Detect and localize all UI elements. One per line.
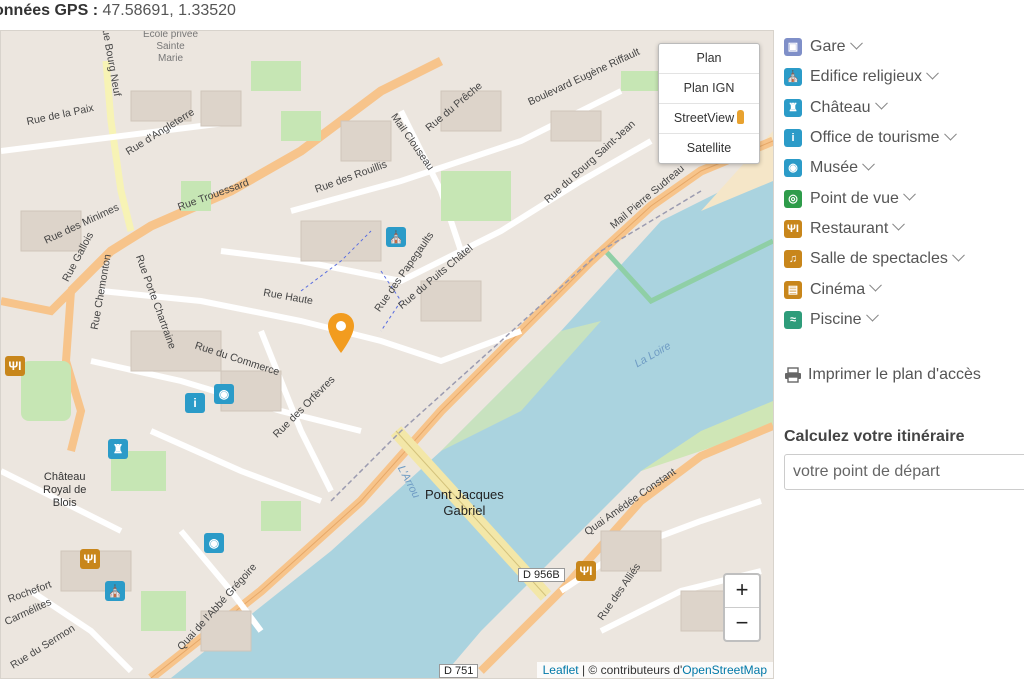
category-label: Edifice religieux	[810, 68, 923, 86]
gps-label: onnées GPS :	[0, 2, 99, 19]
school-label: Ecole privée Sainte Marie	[143, 30, 199, 64]
chevron-down-icon[interactable]	[903, 188, 916, 201]
church-icon[interactable]: ⛪	[105, 581, 125, 601]
chevron-down-icon[interactable]	[862, 157, 875, 171]
palette-icon[interactable]: ◉	[214, 384, 234, 404]
film-icon: ▤	[784, 280, 802, 299]
category-label: Cinéma	[810, 280, 866, 298]
church-icon[interactable]: ⛪	[386, 227, 406, 247]
category-label: Piscine	[810, 310, 862, 328]
chevron-down-icon[interactable]	[951, 248, 965, 262]
category-item[interactable]: ▤ Cinéma	[784, 274, 1024, 304]
print-map-button[interactable]: Imprimer le plan d'accès	[784, 366, 981, 384]
cutlery-icon: ΨΙ	[784, 219, 802, 238]
attribution-text: | © contributeurs d'	[578, 663, 683, 677]
palette-icon: ◉	[784, 159, 802, 178]
chevron-down-icon[interactable]	[874, 97, 888, 110]
category-label: Gare	[810, 38, 846, 56]
category-item[interactable]: ▣ Gare	[784, 32, 1024, 62]
gps-coordinates: onnées GPS : 47.58691, 1.33520	[0, 2, 236, 20]
map-attribution: Leaflet | © contributeurs d'OpenStreetMa…	[536, 662, 773, 678]
info-icon: i	[784, 129, 802, 148]
category-item[interactable]: ≈ Piscine	[784, 305, 1024, 335]
road-number-tag: D 956B	[518, 568, 565, 582]
category-item[interactable]: ΨΙ Restaurant	[784, 214, 1024, 244]
cutlery-icon[interactable]: ΨΙ	[80, 549, 100, 569]
cutlery-icon[interactable]: ΨΙ	[576, 561, 596, 581]
category-label: Château	[810, 98, 871, 116]
category-label: Point de vue	[810, 189, 899, 207]
chevron-down-icon[interactable]	[865, 309, 879, 322]
category-item[interactable]: ◉ Musée	[784, 153, 1024, 183]
zoom-out-button[interactable]: −	[725, 608, 759, 640]
castle-icon: ♜	[784, 98, 802, 117]
category-label: Restaurant	[810, 219, 889, 237]
cutlery-icon[interactable]: ΨΙ	[5, 356, 25, 376]
category-label: Salle de spectacles	[810, 250, 948, 268]
chevron-down-icon[interactable]	[849, 36, 863, 50]
layer-streetview-option[interactable]: StreetView	[659, 104, 759, 134]
layer-plan-option[interactable]: Plan	[659, 44, 759, 74]
chevron-down-icon[interactable]	[892, 218, 906, 232]
category-item[interactable]: ♫ Salle de spectacles	[784, 244, 1024, 274]
bridge-label: Pont Jacques Gabriel	[425, 487, 504, 518]
osm-link[interactable]: OpenStreetMap	[682, 663, 767, 677]
zoom-in-button[interactable]: +	[725, 575, 759, 608]
printer-icon	[785, 367, 801, 383]
category-item[interactable]: ⛪ Edifice religieux	[784, 62, 1024, 92]
palette-icon[interactable]: ◉	[204, 533, 224, 553]
layer-satellite-option[interactable]: Satellite	[659, 134, 759, 163]
gps-value: 47.58691, 1.33520	[102, 2, 236, 19]
category-item[interactable]: i Office de tourisme	[784, 123, 1024, 153]
music-icon: ♫	[784, 250, 802, 269]
church-icon: ⛪	[784, 68, 802, 87]
route-title: Calculez votre itinéraire	[784, 428, 965, 445]
print-label: Imprimer le plan d'accès	[808, 366, 981, 383]
chevron-down-icon[interactable]	[926, 66, 939, 80]
category-label: Office de tourisme	[810, 129, 940, 147]
train-icon: ▣	[784, 38, 802, 57]
swimmer-icon: ≈	[784, 310, 802, 329]
location-marker-icon[interactable]	[327, 311, 355, 355]
layer-streetview-label: StreetView	[673, 111, 735, 125]
map[interactable]: Rue d'Angleterre Rue Trouessard Rue des …	[0, 30, 774, 679]
castle-icon[interactable]: ♜	[108, 439, 128, 459]
info-icon[interactable]: i	[185, 393, 205, 413]
road-number-tag: D 751	[439, 664, 479, 678]
chevron-down-icon[interactable]	[869, 278, 883, 292]
category-item[interactable]: ♜ Château	[784, 93, 1024, 123]
zoom-control: + −	[723, 573, 761, 642]
poi-category-list: ▣ Gare ⛪ Edifice religieux ♜ Château i Office d…	[784, 32, 1024, 335]
category-label: Musée	[810, 159, 859, 177]
chateau-label: Château Royal de Blois	[43, 471, 87, 509]
chevron-down-icon[interactable]	[943, 127, 957, 141]
layer-switcher: Plan Plan IGN StreetView Satellite	[658, 43, 760, 164]
category-item[interactable]: ◎ Point de vue	[784, 183, 1024, 213]
layer-plan-ign-option[interactable]: Plan IGN	[659, 74, 759, 104]
leaflet-link[interactable]: Leaflet	[543, 663, 579, 677]
pegman-icon	[737, 110, 745, 124]
eye-icon: ◎	[784, 189, 802, 208]
start-point-input[interactable]	[784, 454, 1024, 490]
